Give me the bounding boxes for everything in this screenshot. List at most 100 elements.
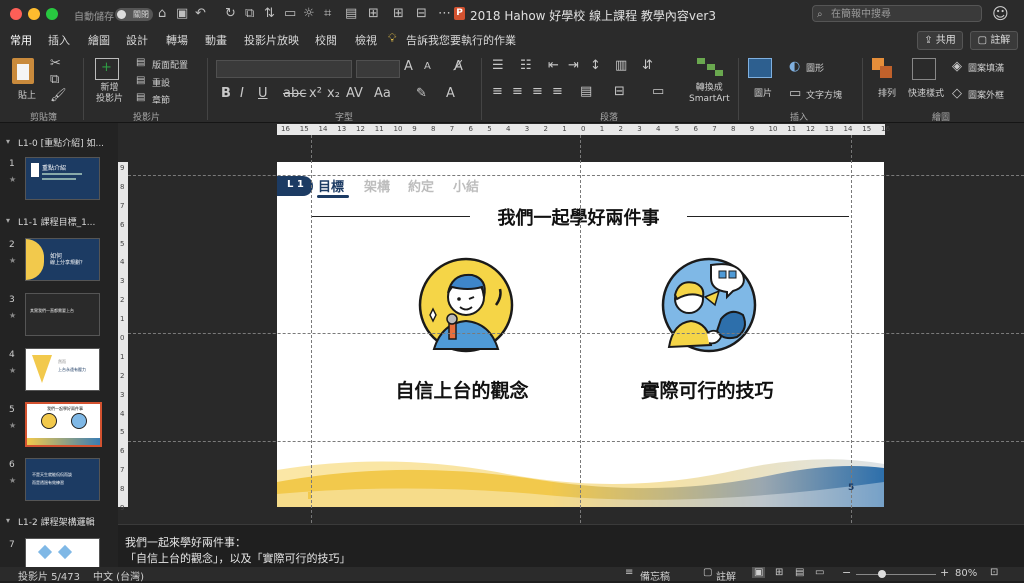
zoom-slider[interactable]	[856, 574, 936, 575]
section-title[interactable]: L1-1 課程目標_1...	[18, 215, 95, 228]
thumbnail-slide-3[interactable]: 其實我們一直都需要上台	[25, 293, 100, 336]
italic-icon[interactable]: I	[240, 86, 244, 101]
textbox-icon[interactable]: ▭	[789, 86, 801, 101]
underline-icon[interactable]: U	[258, 86, 268, 101]
shapes-icon[interactable]: ◐	[789, 59, 800, 74]
share-button[interactable]: ⇪ 共用	[917, 31, 963, 50]
line-spacing-icon[interactable]: ↕	[590, 58, 601, 73]
superscript-icon[interactable]: x²	[309, 86, 322, 101]
sun-icon[interactable]: ☼	[303, 6, 315, 21]
redo-icon[interactable]: ↻	[225, 6, 236, 21]
slide-sorter-icon[interactable]: ⊞	[775, 567, 783, 578]
bullets-icon[interactable]: ☰	[492, 58, 504, 73]
thumbnail-slide-7[interactable]	[25, 538, 100, 567]
section-title[interactable]: L1-0 [重點介紹] 如...	[18, 136, 104, 149]
thumbnail-slide-2[interactable]: 如何 線上分享規劃？	[25, 238, 100, 281]
comments-button[interactable]: ▢ 註解	[970, 31, 1018, 50]
reset-icon[interactable]: ▤	[136, 75, 145, 86]
increase-indent-icon[interactable]: ⇥	[568, 58, 579, 73]
tab-insert[interactable]: 插入	[48, 32, 70, 48]
section-chevron-icon[interactable]: ▾	[6, 216, 10, 225]
arrange-label[interactable]: 排列	[878, 86, 896, 99]
section-icon[interactable]: ▤	[136, 92, 145, 103]
paste-label[interactable]: 貼上	[18, 88, 36, 101]
present-icon[interactable]: ▭	[284, 6, 296, 21]
quick-styles-label[interactable]: 快速樣式	[908, 86, 944, 99]
slideshow-icon[interactable]: ▭	[815, 567, 824, 578]
layout-label[interactable]: 版面配置	[152, 58, 188, 71]
section-title[interactable]: L1-2 課程架構邏輯	[18, 515, 95, 528]
save-icon[interactable]: ▣	[176, 6, 188, 21]
reading-view-icon[interactable]: ▤	[795, 567, 804, 578]
section-label[interactable]: 章節	[152, 93, 170, 106]
decrease-indent-icon[interactable]: ⇤	[548, 58, 559, 73]
justify-icon[interactable]: ≡	[552, 84, 563, 99]
notes-icon[interactable]: ≡	[625, 567, 633, 578]
slide-thumbnail-pane[interactable]: ▾ L1-0 [重點介紹] 如... 1 ★ 重點介紹 ▾ L1-1 課程目標_…	[0, 123, 119, 567]
layout-icon[interactable]: ▤	[136, 57, 145, 68]
picture-label[interactable]: 圖片	[754, 86, 772, 99]
new-slide-icon[interactable]: +	[95, 58, 119, 80]
search-input[interactable]: ⌕ 在簡報中搜尋	[812, 5, 982, 22]
textbox-label[interactable]: 文字方塊	[806, 88, 842, 101]
copy-format-icon[interactable]: ⧉	[50, 72, 59, 87]
bold-icon[interactable]: B	[221, 86, 231, 101]
distribute-icon[interactable]: ▤	[580, 84, 592, 99]
align-center-icon[interactable]: ≡	[512, 84, 523, 99]
thumbnail-slide-5-selected[interactable]: 我們一起學好兩件事	[25, 402, 102, 447]
normal-view-icon[interactable]: ▣	[752, 567, 766, 578]
shape-fill-icon[interactable]: ◈	[952, 59, 962, 74]
autosave-toggle[interactable]: 關閉	[115, 8, 153, 21]
tab-design[interactable]: 設計	[126, 32, 148, 48]
shape-fill-label[interactable]: 圖案填滿	[968, 61, 1004, 74]
arrange-icon[interactable]	[872, 58, 892, 78]
thumbnail-slide-4[interactable]: 然而 上台永遠有壓力	[25, 348, 100, 391]
smartart-icon[interactable]	[697, 58, 723, 76]
tab-animations[interactable]: 動畫	[205, 32, 227, 48]
speaker-notes-pane[interactable]: 我們一起來學好兩件事： 「自信上台的觀念」，以及「實際可行的技巧」	[118, 524, 1024, 569]
paste-icon[interactable]	[12, 58, 34, 84]
tab-draw[interactable]: 繪圖	[88, 32, 110, 48]
format-painter-icon[interactable]: 🖌︎	[50, 88, 67, 103]
character-spacing-icon[interactable]: AV	[346, 86, 363, 101]
zoom-level[interactable]: 80%	[955, 568, 977, 579]
highlight-icon[interactable]: ✎	[416, 86, 427, 101]
shapes-label[interactable]: 圖形	[806, 61, 824, 74]
guide-line[interactable]	[851, 135, 852, 523]
tell-me-search[interactable]: 告訴我您要執行的作業	[406, 32, 516, 48]
copy-icon[interactable]: ⧉	[245, 6, 254, 21]
horizontal-ruler[interactable]: 16 15 14 13 12 11 10 9 8 7 6 5 4 3 2 1 0 1 2 3 4 5 6 7 8 9 10 11 12 1…	[277, 124, 890, 135]
numbering-icon[interactable]: ☷	[520, 58, 532, 73]
grid-icon[interactable]: ⊞	[393, 6, 404, 21]
table-icon[interactable]: ⊞	[368, 6, 379, 21]
zoom-window-button[interactable]	[46, 8, 58, 20]
guide-line[interactable]	[311, 135, 312, 523]
sort-icon[interactable]: ⇅	[264, 6, 275, 21]
zoom-slider-thumb[interactable]	[878, 570, 886, 578]
more-icon[interactable]: ⋯	[438, 6, 451, 21]
text-box-options-icon[interactable]: ▭	[652, 84, 664, 99]
shape-outline-icon[interactable]: ◇	[952, 86, 962, 101]
crop-icon[interactable]: ⌗	[324, 6, 331, 21]
strikethrough-icon[interactable]: abc	[283, 86, 306, 101]
font-color-icon[interactable]: A	[446, 86, 455, 101]
close-window-button[interactable]	[10, 8, 22, 20]
vertical-ruler[interactable]: 9 8 7 6 5 4 3 2 1 0 1 2 3 4 5 6 7 8 9	[118, 162, 128, 512]
font-size-dropdown[interactable]	[356, 60, 400, 78]
cut-icon[interactable]: ✂	[50, 56, 61, 71]
thumbnail-slide-6[interactable]: 不是天生就能侃侃而談 而是透過有效練習	[25, 458, 100, 501]
zoom-out-icon[interactable]: −	[842, 566, 851, 579]
tab-slideshow[interactable]: 投影片放映	[244, 32, 299, 48]
align-right-icon[interactable]: ≡	[532, 84, 543, 99]
convert-smartart-label[interactable]: 轉換成 SmartArt	[689, 83, 730, 105]
guide-line[interactable]	[580, 135, 581, 523]
new-slide-label[interactable]: 新增 投影片	[96, 83, 123, 105]
align-left-icon[interactable]: ≡	[492, 84, 503, 99]
zoom-in-icon[interactable]: +	[940, 566, 949, 579]
tab-review[interactable]: 校閱	[315, 32, 337, 48]
thumbnail-slide-1[interactable]: 重點介紹	[25, 157, 100, 200]
font-name-dropdown[interactable]	[216, 60, 352, 78]
quick-styles-icon[interactable]	[912, 58, 936, 80]
subscript-icon[interactable]: x₂	[327, 86, 340, 101]
change-case-icon[interactable]: Aa	[374, 86, 391, 101]
